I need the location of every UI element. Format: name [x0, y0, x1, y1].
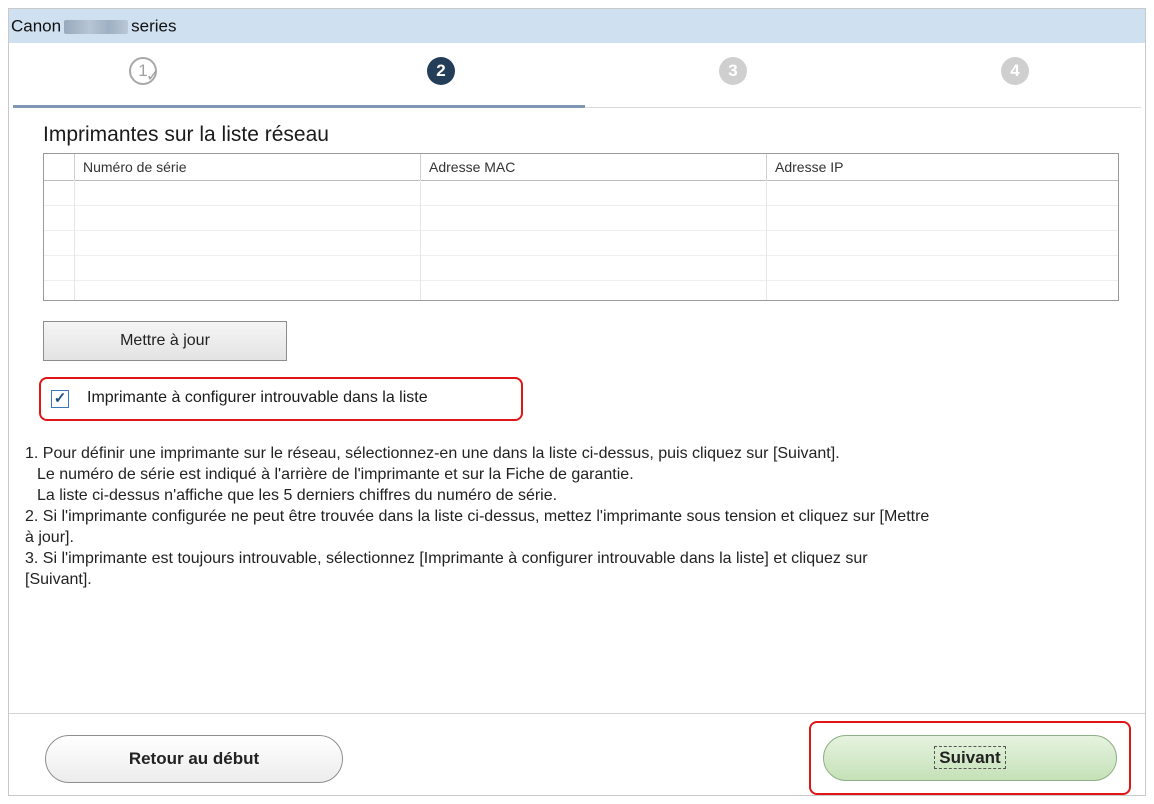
step-indicator: 1 ✓ 2 3 4: [9, 45, 1145, 111]
column-divider: [74, 180, 75, 300]
table-row: [44, 231, 1118, 256]
column-header-mac[interactable]: Adresse MAC: [420, 154, 766, 180]
window-titlebar: Canon series: [9, 9, 1145, 43]
column-divider: [766, 180, 767, 300]
window-title-prefix: Canon: [11, 16, 62, 36]
next-button-label: Suivant: [934, 746, 1006, 769]
not-found-option: ✓ Imprimante à configurer introuvable da…: [39, 377, 523, 421]
footer-divider: [9, 713, 1145, 714]
step-2-current: 2: [427, 57, 455, 85]
checkmark-icon: ✓: [146, 68, 160, 85]
table-header: Numéro de série Adresse MAC Adresse IP: [44, 154, 1118, 181]
instruction-line: 1. Pour définir une imprimante sur le ré…: [25, 445, 840, 462]
instruction-line: à jour].: [25, 529, 74, 546]
column-header-select: [44, 154, 74, 180]
table-row: [44, 206, 1118, 231]
column-divider: [420, 180, 421, 300]
next-button[interactable]: Suivant: [823, 735, 1117, 781]
step-3-pending: 3: [719, 57, 747, 85]
model-name-redacted: [64, 19, 129, 34]
instruction-line: 3. Si l'imprimante est toujours introuva…: [25, 550, 868, 567]
step-4-pending: 4: [1001, 57, 1029, 85]
not-found-checkbox-label[interactable]: Imprimante à configurer introuvable dans…: [87, 389, 428, 407]
back-to-start-button[interactable]: Retour au début: [45, 735, 343, 783]
instruction-line: La liste ci-dessus n'affiche que les 5 d…: [37, 487, 558, 504]
instruction-line: [Suivant].: [25, 571, 92, 588]
instruction-line: Le numéro de série est indiqué à l'arriè…: [37, 466, 634, 483]
printer-list-table[interactable]: Numéro de série Adresse MAC Adresse IP: [43, 153, 1119, 301]
not-found-checkbox[interactable]: ✓: [51, 390, 69, 408]
installer-window: Canon series 1 ✓ 2 3 4 Imprimantes sur la…: [8, 8, 1146, 796]
column-header-ip[interactable]: Adresse IP: [766, 154, 1118, 180]
table-row: [44, 256, 1118, 281]
step-1-completed: 1 ✓: [129, 57, 159, 85]
step-progress-bar: [13, 105, 585, 108]
update-button[interactable]: Mettre à jour: [43, 321, 287, 361]
instructions-text: 1. Pour définir une imprimante sur le ré…: [25, 443, 1125, 590]
instruction-line: 2. Si l'imprimante configurée ne peut êt…: [25, 508, 930, 525]
table-row: [44, 181, 1118, 206]
printer-list-title: Imprimantes sur la liste réseau: [43, 123, 329, 146]
next-button-highlight: Suivant: [809, 721, 1131, 795]
column-header-serial[interactable]: Numéro de série: [74, 154, 420, 180]
window-title-suffix: series: [131, 16, 177, 36]
